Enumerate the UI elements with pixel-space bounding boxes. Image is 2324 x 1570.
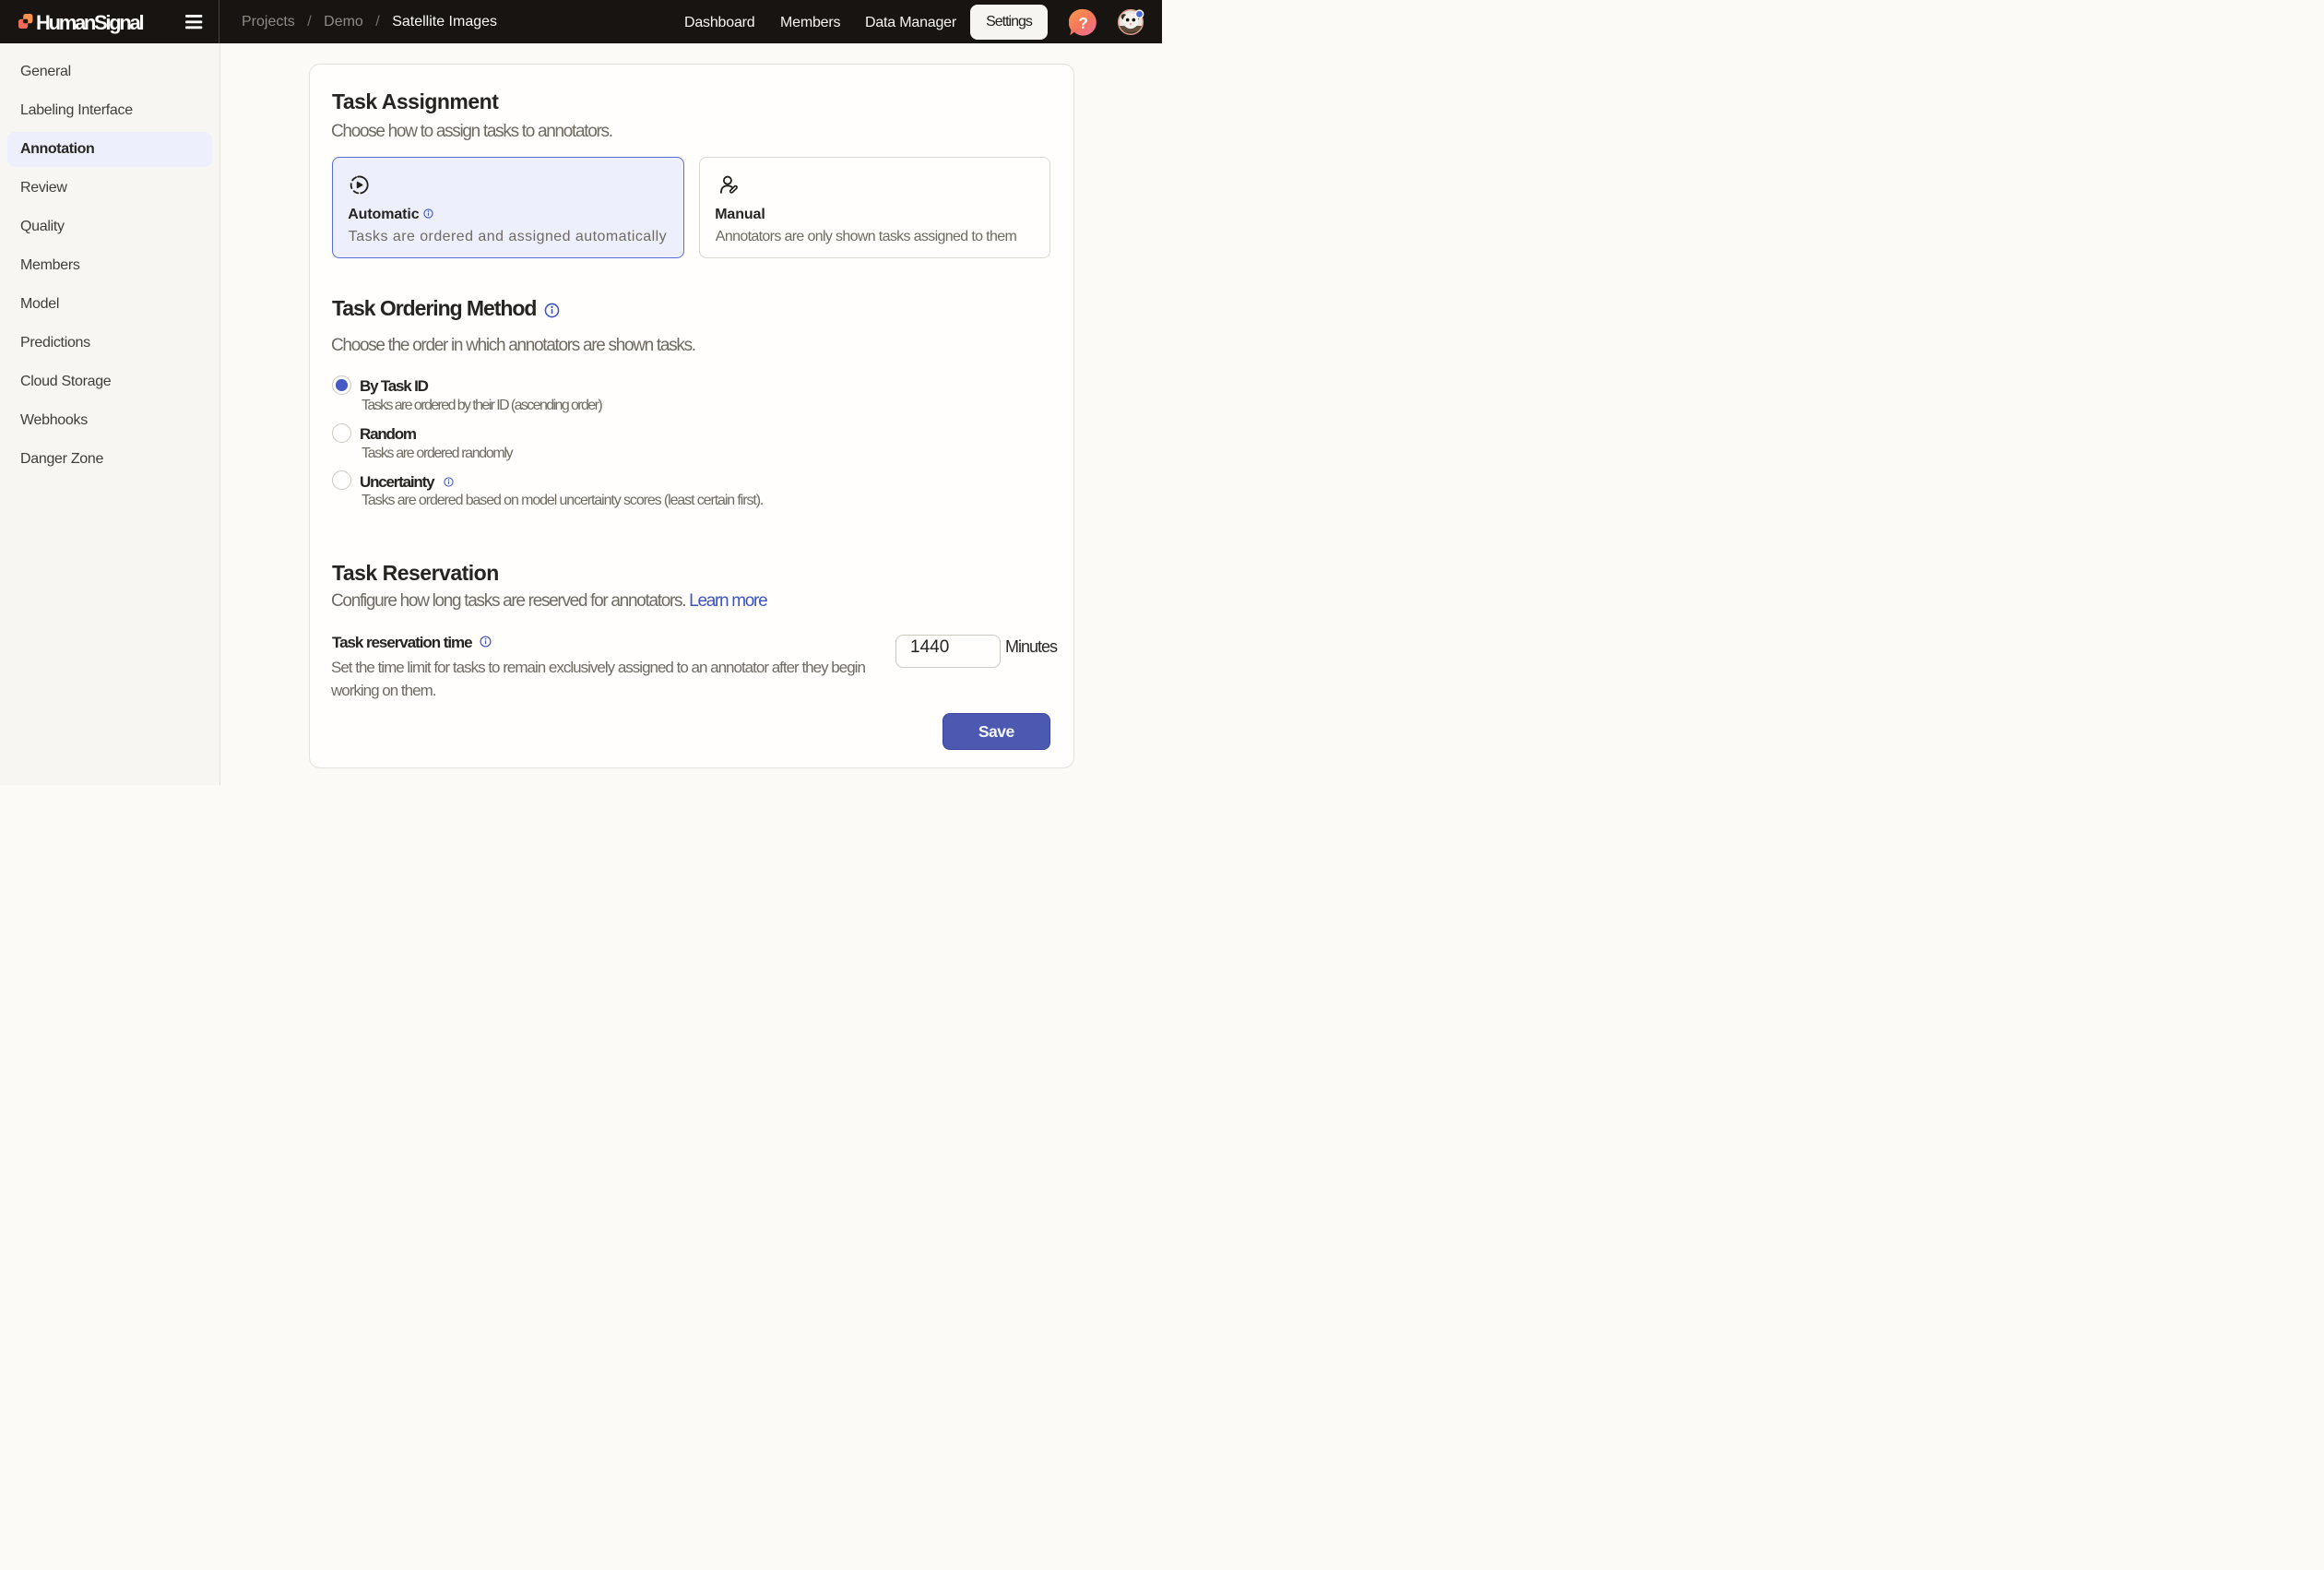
svg-text:?: ? — [1078, 14, 1088, 32]
